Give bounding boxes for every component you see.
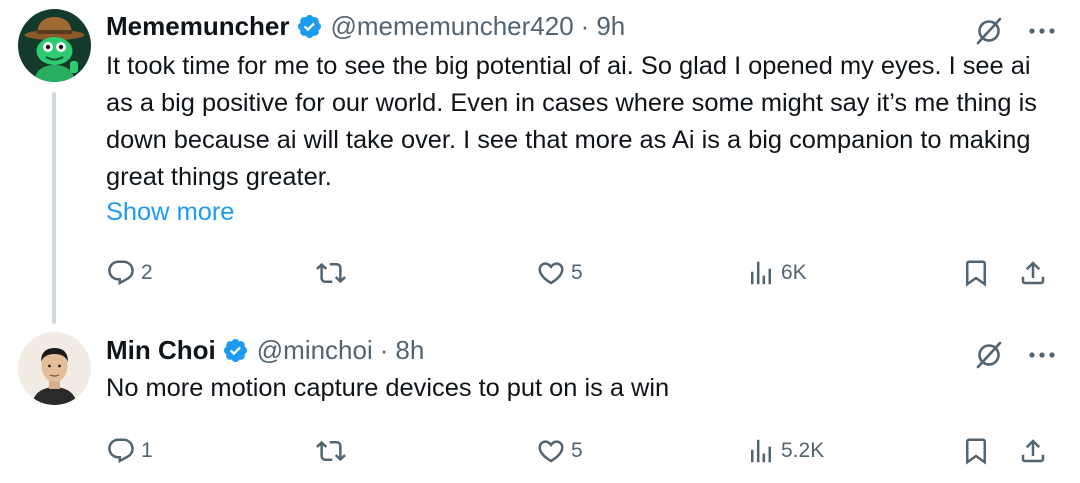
show-more-link[interactable]: Show more <box>106 194 234 231</box>
like-button[interactable]: 5 <box>536 433 583 469</box>
like-button[interactable]: 5 <box>536 255 583 291</box>
tweet-header: Mememuncher @mememuncher420 · 9h <box>106 10 625 42</box>
share-icon <box>1021 261 1045 285</box>
tweet-text: No more motion capture devices to put on… <box>106 374 670 402</box>
reply-count: 2 <box>141 261 153 284</box>
share-icon <box>1021 439 1045 463</box>
verified-badge-icon <box>297 14 321 38</box>
reply-button[interactable]: 2 <box>106 255 153 291</box>
tweet-top-actions <box>974 340 1058 370</box>
user-handle[interactable]: @mememuncher420 <box>331 10 574 42</box>
share-button[interactable] <box>1018 433 1048 469</box>
views-count: 5.2K <box>781 439 825 462</box>
more-icon[interactable] <box>1026 340 1058 370</box>
timestamp[interactable]: 9h <box>596 10 625 42</box>
separator-dot: · <box>379 335 389 365</box>
repost-button[interactable] <box>316 433 346 469</box>
bookmark-icon <box>966 260 986 287</box>
tweet-top-actions <box>974 16 1058 46</box>
views-button[interactable]: 6K <box>746 255 807 291</box>
tweet-actions: 1 5 5.2K <box>106 433 1056 469</box>
bookmark-icon <box>966 438 986 465</box>
verified-badge-icon <box>223 338 247 362</box>
display-name[interactable]: Min Choi <box>106 334 216 366</box>
like-icon <box>538 262 564 285</box>
tweet-header: Min Choi @minchoi · 8h <box>106 334 424 366</box>
grok-icon[interactable] <box>974 16 1004 46</box>
thread-line <box>52 92 56 324</box>
bookmark-button[interactable] <box>961 433 991 469</box>
timestamp[interactable]: 8h <box>395 334 424 366</box>
share-button[interactable] <box>1018 255 1048 291</box>
like-icon <box>538 440 564 463</box>
user-handle[interactable]: @minchoi <box>257 334 373 366</box>
reply-icon <box>108 438 134 464</box>
repost-icon <box>316 262 346 284</box>
separator-dot: · <box>580 11 590 41</box>
views-icon <box>751 439 771 463</box>
reply-button[interactable]: 1 <box>106 433 153 469</box>
tweet-actions: 2 5 6K <box>106 255 1056 291</box>
repost-icon <box>316 440 346 462</box>
tweet-text: It took time for me to see the big poten… <box>106 52 1037 191</box>
tweet[interactable]: Min Choi @minchoi · 8h No more motion ca… <box>0 318 1080 483</box>
views-count: 6K <box>781 261 807 284</box>
display-name[interactable]: Mememuncher <box>106 10 290 42</box>
views-button[interactable]: 5.2K <box>746 433 824 469</box>
like-count: 5 <box>571 439 583 462</box>
avatar[interactable] <box>18 332 91 405</box>
bookmark-button[interactable] <box>961 255 991 291</box>
reply-icon <box>108 260 134 286</box>
repost-button[interactable] <box>316 255 346 291</box>
views-icon <box>751 261 771 285</box>
avatar[interactable] <box>18 9 91 82</box>
tweet[interactable]: Mememuncher @mememuncher420 · 9h It took… <box>0 0 1080 324</box>
like-count: 5 <box>571 261 583 284</box>
more-icon[interactable] <box>1026 16 1058 46</box>
reply-count: 1 <box>141 439 153 462</box>
grok-icon[interactable] <box>974 340 1004 370</box>
